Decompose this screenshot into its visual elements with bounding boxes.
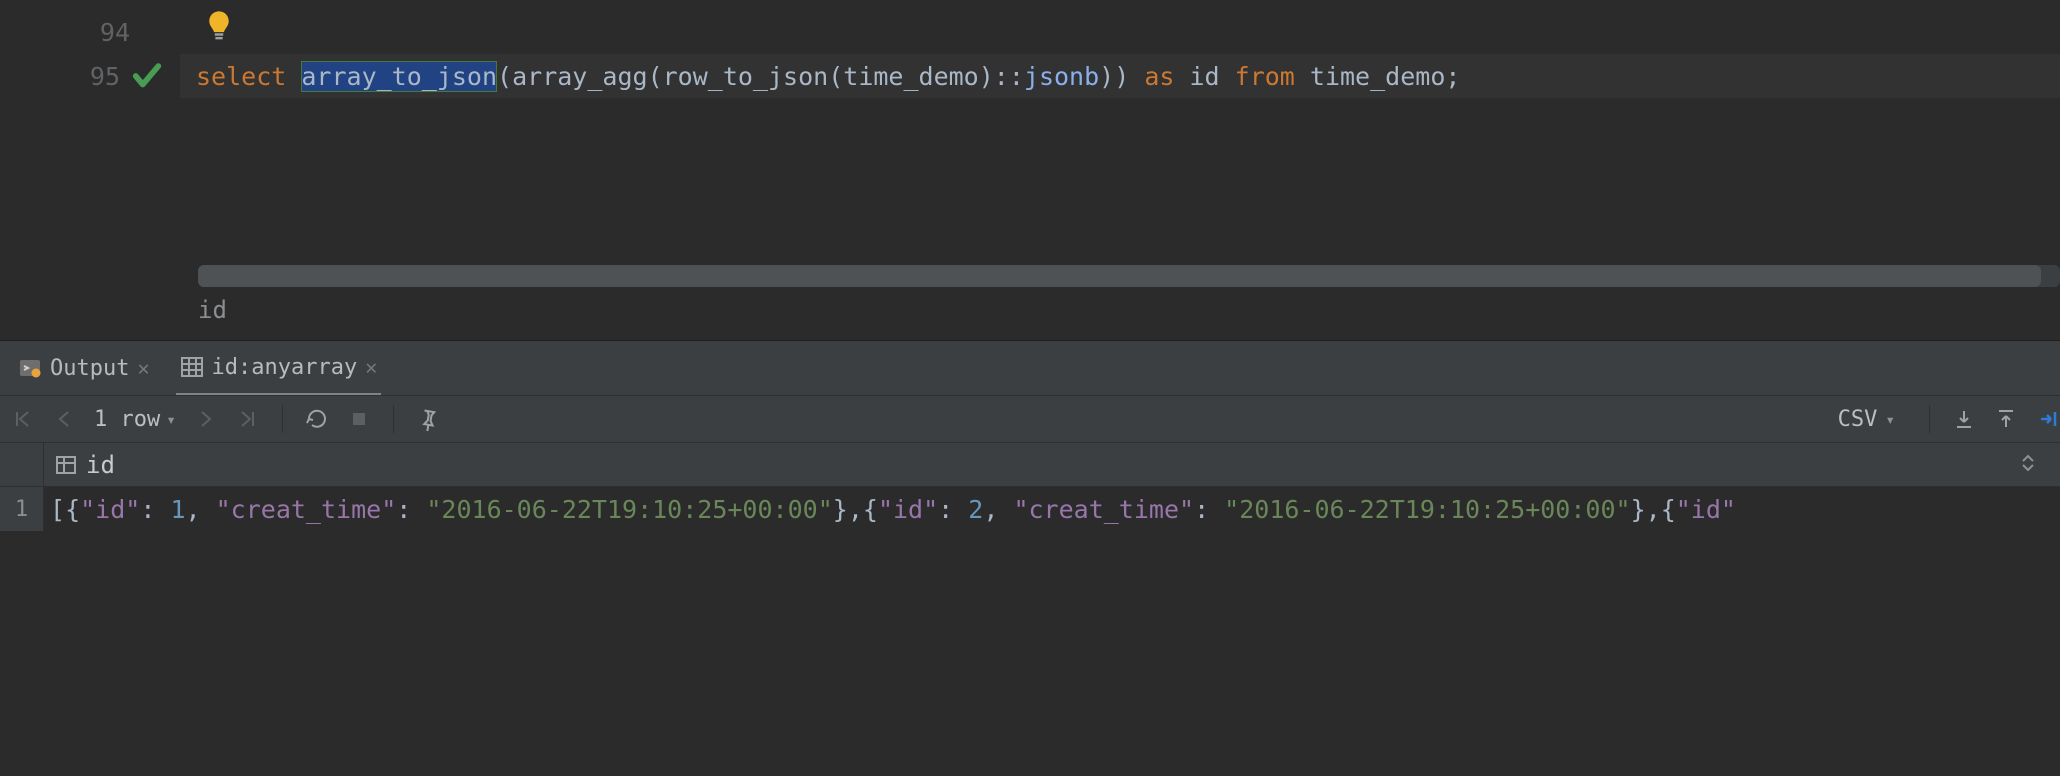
results-pane: Output ✕ id:anyarray ✕ 1 row ▾: [0, 340, 2060, 776]
keyword-select: select: [196, 62, 301, 91]
stop-button[interactable]: [347, 407, 371, 431]
line-number: 94: [90, 18, 130, 47]
pin-button[interactable]: [416, 407, 440, 431]
results-toolbar: 1 row ▾ CSV ▾: [0, 395, 2060, 443]
export-upload-button[interactable]: [1994, 407, 2018, 431]
export-format-label: CSV: [1838, 407, 1878, 432]
chevron-down-icon: ▾: [1885, 410, 1895, 429]
results-tabs: Output ✕ id:anyarray ✕: [0, 341, 2060, 395]
keyword-from: from: [1235, 62, 1310, 91]
more-button[interactable]: [2036, 407, 2060, 431]
gutter-row-95: 95: [0, 54, 180, 98]
gutter: 94 95: [0, 0, 180, 340]
table-time-demo: time_demo: [1310, 62, 1445, 91]
table-row[interactable]: 1 [{"id": 1, "creat_time": "2016-06-22T1…: [0, 487, 2060, 531]
paren: ): [1114, 62, 1144, 91]
horizontal-scrollbar[interactable]: [198, 265, 2060, 287]
chevron-down-icon: ▾: [166, 410, 176, 429]
first-page-button[interactable]: [10, 407, 34, 431]
row-number-header[interactable]: [0, 443, 44, 486]
prev-page-button[interactable]: [52, 407, 76, 431]
keyword-as: as: [1144, 62, 1189, 91]
column-header-row: id: [0, 443, 2060, 487]
ident-time-demo: time_demo: [843, 62, 978, 91]
data-cell-id[interactable]: [{"id": 1, "creat_time": "2016-06-22T19:…: [44, 487, 2060, 531]
row-count-label: 1 row: [94, 407, 160, 432]
paren: (: [648, 62, 663, 91]
tab-output-label: Output: [50, 356, 129, 381]
table-icon: [180, 355, 204, 379]
tab-result-label: id:anyarray: [212, 355, 358, 380]
parameter-hint: id: [198, 296, 227, 324]
console-icon: [18, 356, 42, 380]
code-area[interactable]: select array_to_json(array_agg(row_to_js…: [180, 0, 2060, 340]
export-format-dropdown[interactable]: CSV ▾: [1838, 407, 1907, 432]
semicolon: ;: [1445, 62, 1460, 91]
paren: (: [497, 62, 512, 91]
row-number-cell[interactable]: 1: [0, 487, 44, 531]
close-icon[interactable]: ✕: [137, 356, 149, 380]
alias-id: id: [1189, 62, 1234, 91]
column-type-icon: [54, 453, 78, 477]
paren: (: [828, 62, 843, 91]
row-count-dropdown[interactable]: 1 row ▾: [94, 407, 176, 432]
paren: ): [1099, 62, 1114, 91]
tab-result[interactable]: id:anyarray ✕: [176, 342, 382, 396]
column-header-id[interactable]: id: [44, 443, 2060, 486]
empty-results-area: [0, 531, 2060, 776]
code-line-95[interactable]: select array_to_json(array_agg(row_to_js…: [180, 54, 2060, 98]
fn-row-to-json: row_to_json: [663, 62, 829, 91]
column-header-label: id: [86, 451, 115, 479]
scrollbar-thumb[interactable]: [198, 265, 2041, 287]
type-jsonb: jsonb: [1024, 62, 1099, 91]
checkmark-icon[interactable]: [130, 59, 164, 93]
sort-icon[interactable]: [2020, 451, 2036, 479]
code-line-94[interactable]: [180, 10, 2060, 54]
fn-array-agg: array_agg: [512, 62, 647, 91]
editor-pane: 94 95 select array_to_json(array_agg(row…: [0, 0, 2060, 340]
export-download-button[interactable]: [1952, 407, 1976, 431]
close-icon[interactable]: ✕: [365, 355, 377, 379]
last-page-button[interactable]: [236, 407, 260, 431]
selection-array-to-json: array_to_json: [301, 61, 497, 92]
cast-op: )::: [979, 62, 1024, 91]
reload-button[interactable]: [305, 407, 329, 431]
tab-output[interactable]: Output ✕: [14, 341, 154, 395]
gutter-row-94: 94: [0, 10, 180, 54]
line-number: 95: [80, 62, 120, 91]
next-page-button[interactable]: [194, 407, 218, 431]
